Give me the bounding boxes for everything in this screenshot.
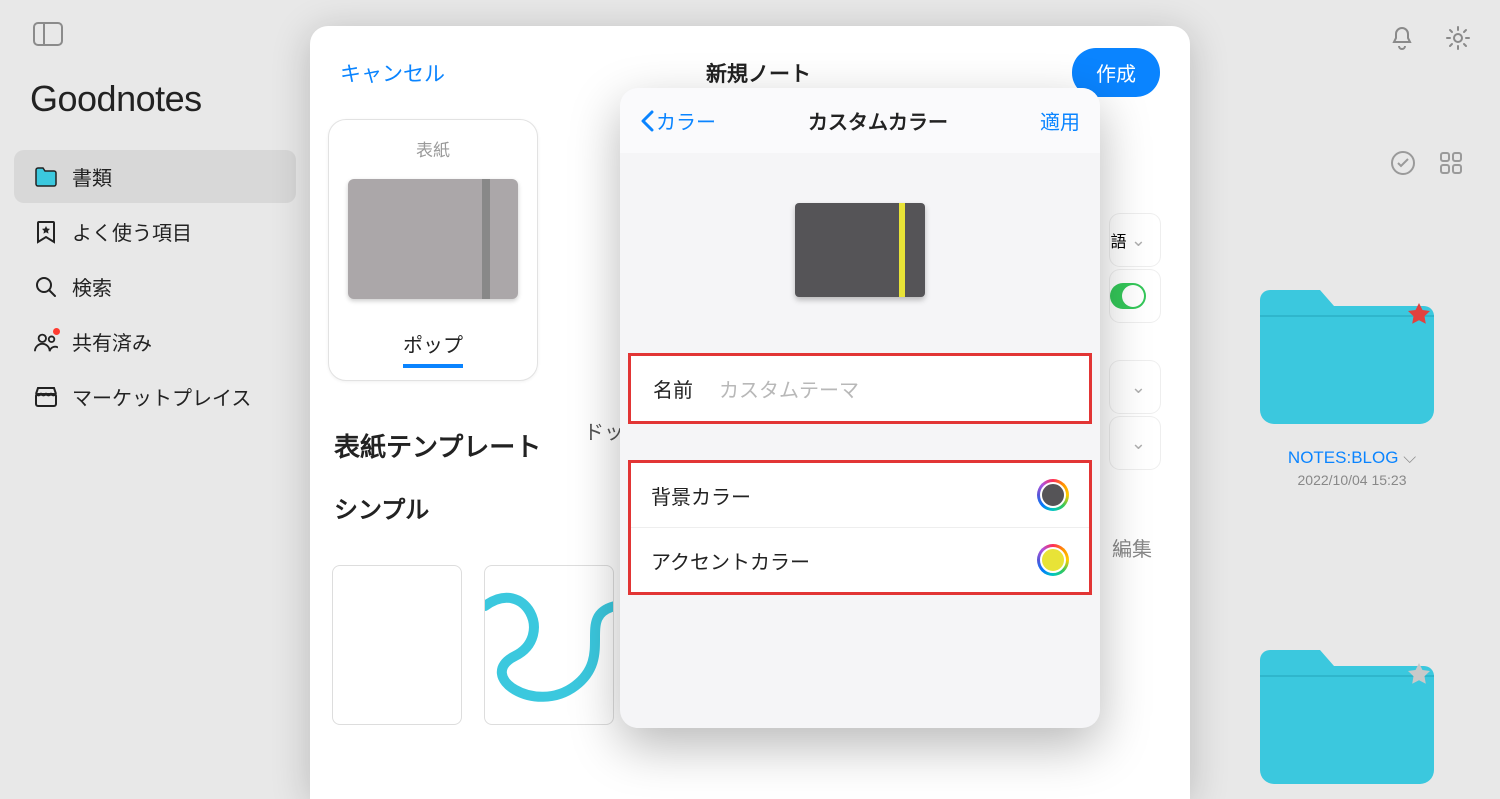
bookmark-star-icon (34, 220, 58, 244)
folder-second[interactable] (1252, 630, 1452, 790)
app-title: Goodnotes (30, 78, 310, 120)
custom-color-popover: カラー カスタムカラー 適用 名前 カスタムテーマ 背景カラー アクセントカラー (620, 88, 1100, 728)
sidebar-toggle-icon[interactable] (30, 20, 66, 48)
accent-color-label: アクセントカラー (651, 546, 810, 575)
edit-button[interactable]: 編集 (1112, 533, 1152, 562)
template-thumb-2[interactable] (484, 565, 614, 725)
tab-dot-partial[interactable]: ドッ (584, 416, 624, 445)
folder-notes-blog[interactable]: NOTES:BLOG ⌵ 2022/10/04 15:23 (1252, 270, 1452, 488)
folder-large-icon (1252, 630, 1442, 790)
grid-icon[interactable] (1438, 150, 1464, 176)
tab-pop[interactable]: ポップ (403, 329, 463, 368)
cover-tab-card[interactable]: 表紙 ポップ (328, 119, 538, 381)
sidebar-item-label: 共有済み (72, 327, 152, 356)
apply-button[interactable]: 適用 (1040, 106, 1080, 135)
check-circle-icon[interactable] (1390, 150, 1416, 176)
people-icon (34, 330, 58, 354)
search-icon (34, 275, 58, 299)
shop-icon (34, 385, 58, 409)
color-picker-icon[interactable] (1037, 479, 1069, 511)
notification-dot (53, 328, 60, 335)
sidebar-item-label: 書類 (72, 162, 112, 191)
background-color-label: 背景カラー (651, 481, 751, 510)
sidebar: Goodnotes 書類 よく使う項目 検索 共有済み マーケットプレイス (0, 0, 310, 799)
gear-icon[interactable] (1444, 24, 1472, 52)
toggle-switch[interactable] (1110, 283, 1146, 309)
settings-row-chevron-2[interactable]: ⌄ (1110, 417, 1160, 469)
chevron-down-icon: ⌄ (1131, 377, 1146, 398)
sidebar-item-search[interactable]: 検索 (14, 260, 296, 313)
sidebar-item-label: 検索 (72, 272, 112, 301)
color-settings-group: 背景カラー アクセントカラー (628, 460, 1092, 595)
popover-title: カスタムカラー (808, 106, 948, 135)
folder-large-icon (1252, 270, 1442, 430)
back-button[interactable]: カラー (640, 106, 716, 135)
chevron-left-icon (640, 110, 654, 132)
cancel-button[interactable]: キャンセル (340, 58, 445, 88)
folder-icon (34, 165, 58, 189)
color-picker-icon[interactable] (1037, 544, 1069, 576)
modal-title: 新規ノート (706, 58, 811, 88)
sidebar-item-marketplace[interactable]: マーケットプレイス (14, 370, 296, 423)
squiggle-decoration (484, 576, 614, 725)
chevron-down-icon: ⌄ (1131, 230, 1146, 251)
sidebar-item-favorites[interactable]: よく使う項目 (14, 205, 296, 258)
theme-name-row[interactable]: 名前 カスタムテーマ (628, 353, 1092, 424)
settings-row-language[interactable]: 語 ⌄ (1110, 214, 1160, 266)
cover-preview (348, 179, 518, 309)
settings-row-toggle[interactable] (1110, 270, 1160, 322)
name-label: 名前 (653, 374, 693, 403)
name-input[interactable]: カスタムテーマ (719, 374, 1067, 403)
settings-row-chevron[interactable]: ⌄ (1110, 361, 1160, 413)
bell-icon[interactable] (1388, 24, 1416, 52)
sidebar-item-shared[interactable]: 共有済み (14, 315, 296, 368)
sidebar-item-label: マーケットプレイス (72, 382, 251, 411)
mini-cover-preview (795, 203, 925, 297)
sidebar-item-label: よく使う項目 (72, 217, 192, 246)
folder-name: NOTES:BLOG ⌵ (1252, 448, 1452, 468)
tab-cover-label: 表紙 (339, 136, 527, 161)
top-right-actions (1388, 24, 1472, 52)
template-thumb-1[interactable] (332, 565, 462, 725)
color-preview-area (620, 153, 1100, 353)
folder-date: 2022/10/04 15:23 (1252, 472, 1452, 488)
view-controls (1390, 150, 1464, 176)
chevron-down-icon: ⌄ (1131, 433, 1146, 454)
accent-color-row[interactable]: アクセントカラー (631, 527, 1089, 592)
sidebar-item-documents[interactable]: 書類 (14, 150, 296, 203)
background-color-row[interactable]: 背景カラー (631, 463, 1089, 527)
popover-header: カラー カスタムカラー 適用 (620, 88, 1100, 153)
